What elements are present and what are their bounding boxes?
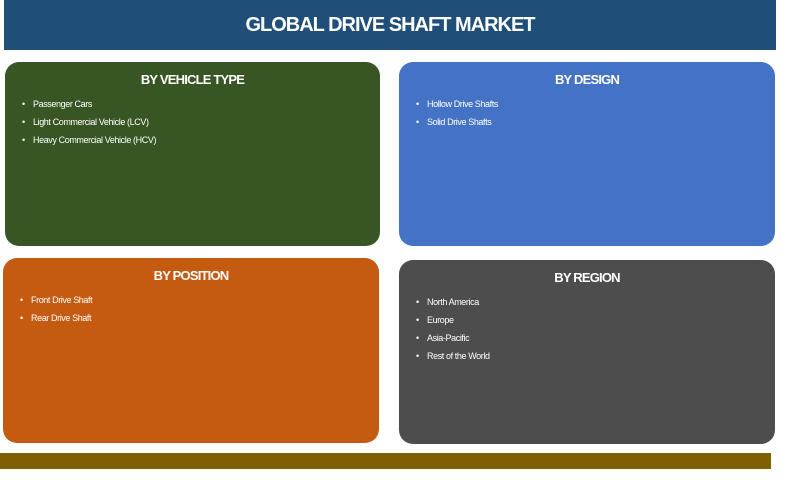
infographic: GLOBAL DRIVE SHAFT MARKET BY VEHICLE TYP… — [0, 0, 800, 493]
list-item: North America — [416, 293, 761, 311]
title-banner: GLOBAL DRIVE SHAFT MARKET — [4, 0, 776, 50]
segment-title: BY POSITION — [153, 268, 230, 283]
segment-list: Passenger Cars Light Commercial Vehicle … — [19, 95, 366, 149]
segment-list: Front Drive Shaft Rear Drive Shaft — [17, 291, 365, 327]
list-item: Asia-Pacific — [416, 329, 761, 347]
list-item: Light Commercial Vehicle (LCV) — [22, 113, 366, 131]
footer-bar — [0, 453, 771, 469]
segment-title: BY REGION — [554, 270, 620, 285]
list-item: Heavy Commercial Vehicle (HCV) — [22, 131, 366, 149]
segment-box-region: BY REGION North America Europe Asia-Paci… — [399, 260, 775, 444]
list-item: Europe — [416, 311, 761, 329]
list-item: Hollow Drive Shafts — [416, 95, 761, 113]
list-item: Rest of the World — [416, 347, 761, 365]
segment-title: BY VEHICLE TYPE — [140, 72, 245, 87]
list-item: Passenger Cars — [22, 95, 366, 113]
segment-box-design: BY DESIGN Hollow Drive Shafts Solid Driv… — [399, 62, 775, 246]
segment-box-position: BY POSITION Front Drive Shaft Rear Drive… — [3, 258, 379, 443]
segment-list: North America Europe Asia-Pacific Rest o… — [413, 293, 761, 365]
segment-box-vehicle-type: BY VEHICLE TYPE Passenger Cars Light Com… — [5, 62, 380, 246]
list-item: Front Drive Shaft — [20, 291, 365, 309]
segment-list: Hollow Drive Shafts Solid Drive Shafts — [413, 95, 761, 131]
list-item: Rear Drive Shaft — [20, 309, 365, 327]
segment-title: BY DESIGN — [554, 72, 620, 87]
list-item: Solid Drive Shafts — [416, 113, 761, 131]
page-title: GLOBAL DRIVE SHAFT MARKET — [245, 13, 535, 36]
